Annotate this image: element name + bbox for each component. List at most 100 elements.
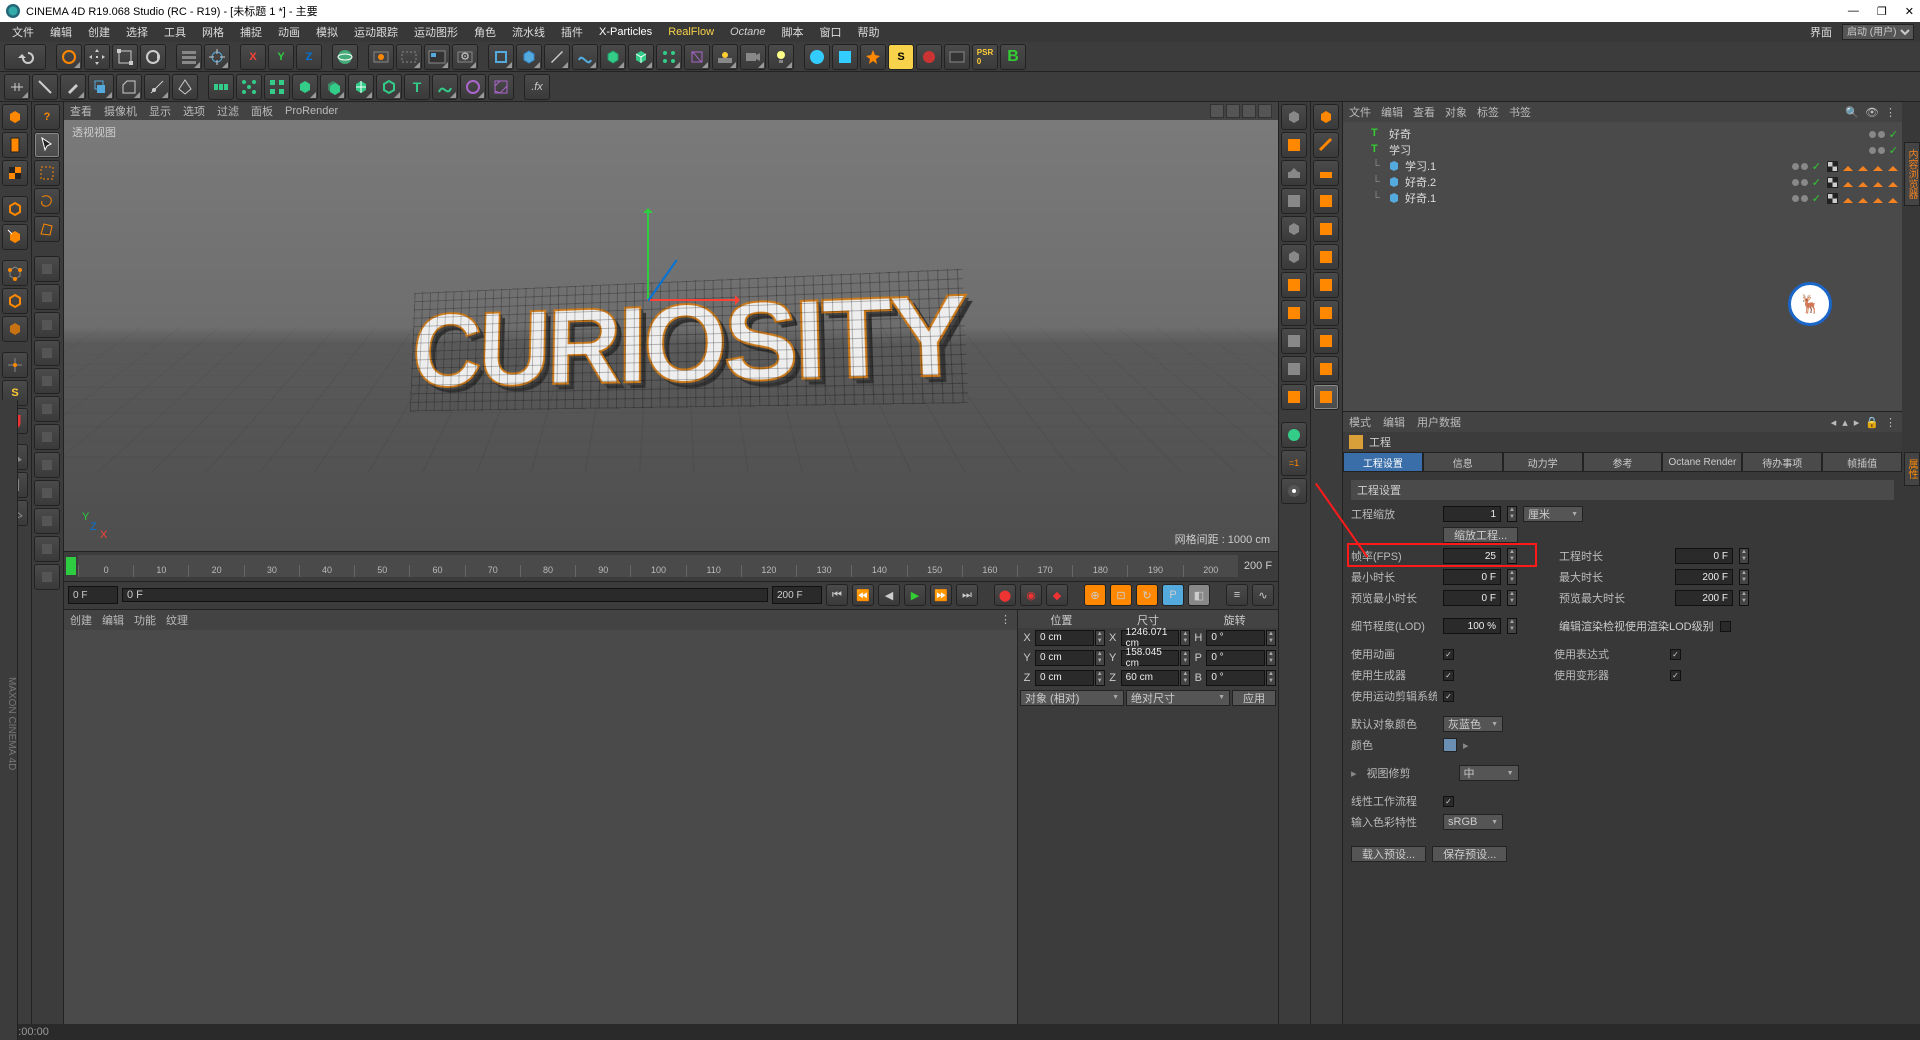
close-button[interactable]: ✕ (1905, 5, 1914, 18)
filter-gen-button[interactable] (34, 340, 60, 366)
vp-menu-display[interactable]: 显示 (149, 103, 171, 119)
size-field[interactable]: 60 cm (1121, 670, 1180, 686)
om-search-icon[interactable]: 🔍 (1845, 106, 1859, 119)
fx-button[interactable]: .fx (524, 74, 550, 100)
am-lock-icon[interactable]: 🔒 (1865, 416, 1879, 429)
phong-tag-icon[interactable] (1843, 177, 1853, 187)
om-menu-file[interactable]: 文件 (1349, 104, 1371, 120)
cursor-button[interactable] (34, 132, 60, 158)
tab-info[interactable]: 信息 (1423, 452, 1503, 472)
gizmo-x-axis[interactable] (647, 299, 737, 301)
drop-scale-unit[interactable]: 厘米 (1523, 506, 1583, 522)
xp-button[interactable] (804, 44, 830, 70)
render-region-button[interactable] (396, 44, 422, 70)
material-list[interactable] (64, 630, 1017, 1040)
drop-clip[interactable]: 中 (1459, 765, 1519, 781)
viewport-canvas[interactable]: 透视视图 CURIOSITY YXZ 网格间距 : 1000 cm (64, 120, 1278, 551)
vp-nav-pan-icon[interactable] (1210, 104, 1224, 118)
rc1-btn12[interactable] (1281, 422, 1307, 448)
fld-min-time[interactable]: 0 F (1443, 569, 1501, 585)
menu-octane[interactable]: Octane (724, 24, 771, 40)
rc2-btn5[interactable] (1313, 216, 1339, 242)
filter-light-button[interactable] (34, 424, 60, 450)
timeline-tick[interactable]: 120 (741, 565, 796, 577)
enable-axis-button[interactable] (2, 352, 28, 378)
environment-button[interactable] (712, 44, 738, 70)
chk-gen[interactable] (1443, 670, 1454, 681)
timeline-tick[interactable]: 190 (1127, 565, 1182, 577)
phong-tag-icon[interactable] (1858, 177, 1868, 187)
menu-create[interactable]: 创建 (82, 22, 116, 42)
rotate-tool-button[interactable] (140, 44, 166, 70)
menu-character[interactable]: 角色 (468, 22, 502, 42)
rot-field[interactable]: 0 ° (1206, 650, 1265, 666)
rc2-btn8[interactable] (1313, 300, 1339, 326)
spline-pen-button[interactable] (544, 44, 570, 70)
visibility-dots[interactable] (1869, 131, 1885, 138)
3d-text-object[interactable]: CURIOSITY (410, 269, 968, 411)
chk-def[interactable] (1670, 670, 1681, 681)
tab-dynamics[interactable]: 动力学 (1503, 452, 1583, 472)
tab-octane[interactable]: Octane Render (1662, 452, 1742, 472)
light-button[interactable] (768, 44, 794, 70)
am-nav-fwd-icon[interactable]: ▸ (1854, 416, 1860, 429)
lasso-select-button[interactable] (34, 188, 60, 214)
play-back-button[interactable]: ◀ (878, 584, 900, 606)
rc1-btn3[interactable] (1281, 160, 1307, 186)
filter-other-button[interactable] (34, 508, 60, 534)
coord-mode-dropdown[interactable]: 对象 (相对) (1020, 690, 1124, 706)
key-pla-button[interactable]: ◧ (1188, 584, 1210, 606)
linecut-button[interactable] (32, 74, 58, 100)
rc2-btn4[interactable] (1313, 188, 1339, 214)
extrude-button[interactable] (88, 74, 114, 100)
cloner-button[interactable] (292, 74, 318, 100)
menu-help[interactable]: 帮助 (852, 22, 886, 42)
sidetab-browser[interactable]: 内容浏览器 (1904, 142, 1920, 206)
oc-settings-button[interactable] (944, 44, 970, 70)
filter-def-button[interactable] (34, 368, 60, 394)
om-eye-icon[interactable]: 👁 (1865, 106, 1879, 119)
knife-button[interactable] (144, 74, 170, 100)
live-select-button[interactable] (56, 44, 82, 70)
play-forward-button[interactable]: ▶ (904, 584, 926, 606)
layout-dropdown[interactable]: 启动 (用户) (1842, 24, 1914, 40)
menu-simulate[interactable]: 模拟 (310, 22, 344, 42)
btn-scale-project[interactable]: 缩放工程... (1443, 527, 1518, 543)
fld-prev-max[interactable]: 200 F (1675, 590, 1733, 606)
vp-menu-options[interactable]: 选项 (183, 103, 205, 119)
timeline-tick[interactable]: 70 (465, 565, 520, 577)
filter-joint-button[interactable] (34, 536, 60, 562)
fld-max-time[interactable]: 200 F (1675, 569, 1733, 585)
timeline-tick[interactable]: 40 (299, 565, 354, 577)
phong-tag-icon[interactable] (1843, 193, 1853, 203)
timeline-tick[interactable]: 130 (796, 565, 851, 577)
maximize-button[interactable]: ❐ (1877, 5, 1887, 18)
rf-scene-button[interactable] (916, 44, 942, 70)
radial-clone-button[interactable] (236, 74, 262, 100)
rc1-btn13[interactable]: =1 (1281, 450, 1307, 476)
rc2-btn10[interactable] (1313, 356, 1339, 382)
mat-menu-edit[interactable]: 编辑 (102, 612, 124, 628)
object-row[interactable]: └好奇.1✓ (1347, 190, 1898, 206)
tab-interp[interactable]: 帧插值 (1822, 452, 1902, 472)
filter-all-button[interactable] (34, 564, 60, 590)
model-mode-button[interactable] (2, 132, 28, 158)
poly-select-button[interactable] (34, 216, 60, 242)
rect-select-button[interactable] (34, 160, 60, 186)
bevel-button[interactable] (116, 74, 142, 100)
menu-track[interactable]: 运动跟踪 (348, 22, 404, 42)
timeline-scrubber[interactable]: 0 F (122, 588, 768, 602)
rc2-btn7[interactable] (1313, 272, 1339, 298)
om-menu-bookmarks[interactable]: 书签 (1509, 104, 1531, 120)
vp-nav-zoom-icon[interactable] (1226, 104, 1240, 118)
menu-pipeline[interactable]: 流水线 (506, 22, 551, 42)
rc2-btn3[interactable] (1313, 160, 1339, 186)
rc2-btn1[interactable] (1313, 104, 1339, 130)
menu-window[interactable]: 窗口 (814, 22, 848, 42)
phong-tag-icon[interactable] (1873, 193, 1883, 203)
visibility-dots[interactable] (1792, 179, 1808, 186)
rc1-btn6[interactable] (1281, 244, 1307, 270)
timeline-tick[interactable]: 0 (78, 565, 133, 577)
spin-fps[interactable]: ▲▼ (1507, 548, 1517, 564)
phong-tag-icon[interactable] (1888, 161, 1898, 171)
